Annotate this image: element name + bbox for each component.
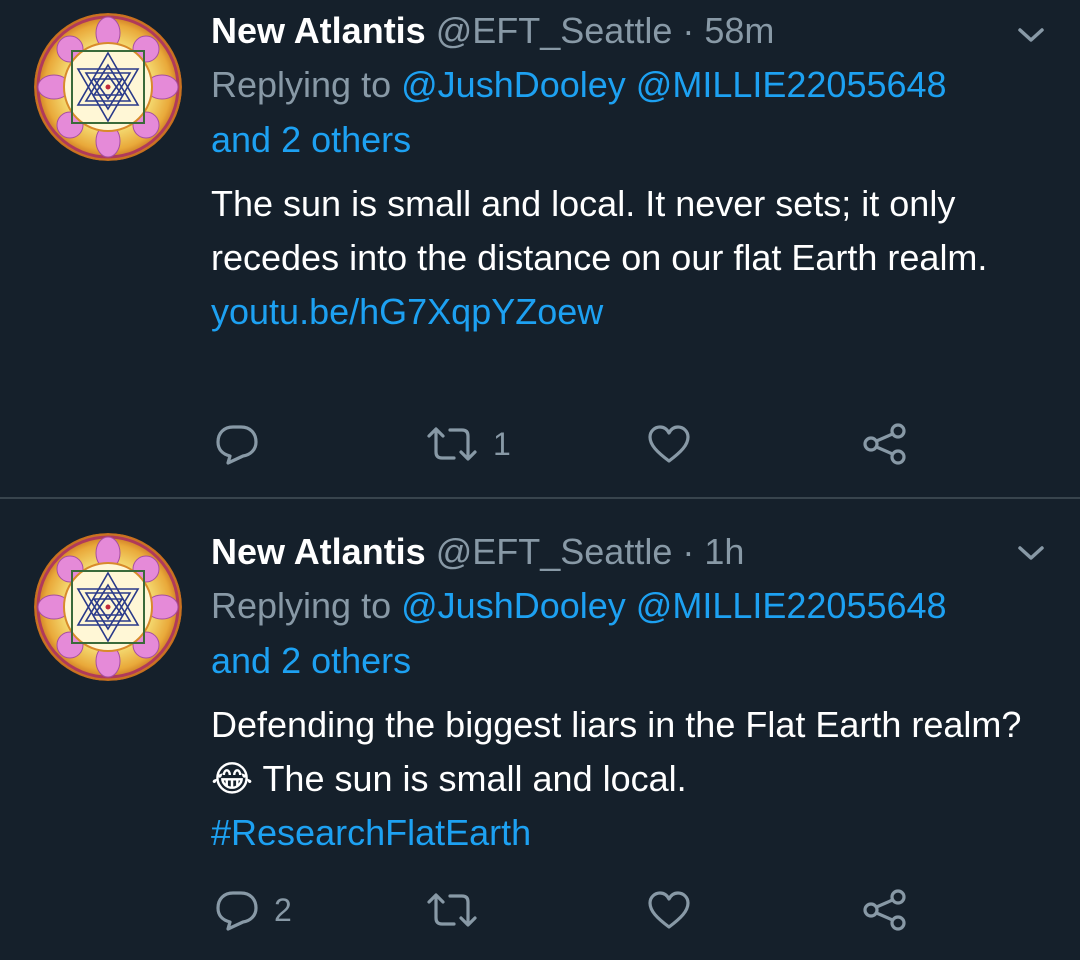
replying-to: Replying to @JushDooley @MILLIE22055648 … [211,57,1051,167]
heart-icon [648,425,690,463]
mention-link[interactable]: @MILLIE22055648 [636,585,947,626]
tweet-body: New Atlantis @EFT_Seattle · 1h Replying … [211,529,1051,860]
hashtag-link[interactable]: #ResearchFlatEarth [211,812,531,853]
retweet-button[interactable] [425,880,493,940]
mention-link[interactable]: @JushDooley [401,64,626,105]
url-link[interactable]: youtu.be/hG7XqpYZoew [211,291,603,332]
replying-to-label: Replying to [211,585,392,626]
action-bar: 1 [0,414,1080,474]
chevron-down-icon[interactable] [1016,543,1046,563]
display-name[interactable]: New Atlantis [211,10,426,51]
separator-dot: · [682,531,695,572]
share-icon [863,889,906,931]
display-name[interactable]: New Atlantis [211,531,426,572]
replying-to-label: Replying to [211,64,392,105]
others-link[interactable]: and 2 others [211,640,411,681]
user-handle[interactable]: @EFT_Seattle [436,531,673,572]
tweet-text: Defending the biggest liars in the Flat … [211,698,1051,860]
reply-button[interactable]: 2 [214,880,292,940]
reply-count: 2 [274,891,292,928]
reply-icon [216,891,258,931]
timestamp[interactable]: 1h [704,531,744,572]
like-button[interactable] [647,414,705,474]
tweet-header: New Atlantis @EFT_Seattle · 58m [211,8,1051,54]
tweet-header: New Atlantis @EFT_Seattle · 1h [211,529,1051,575]
avatar[interactable] [34,533,182,681]
retweet-count: 1 [493,425,511,462]
reply-button[interactable] [214,414,274,474]
mention-link[interactable]: @MILLIE22055648 [636,64,947,105]
tweet-body: New Atlantis @EFT_Seattle · 58m Replying… [211,8,1051,339]
reply-icon [216,425,258,465]
retweet-icon [427,427,477,461]
share-button[interactable] [862,414,908,474]
heart-icon [648,891,690,929]
tweet-text-content: Defending the biggest liars in the Flat … [211,704,1022,745]
tweet[interactable]: New Atlantis @EFT_Seattle · 58m Replying… [0,0,1080,499]
replying-to: Replying to @JushDooley @MILLIE22055648 … [211,578,1051,688]
avatar[interactable] [34,13,182,161]
tweet-text-content: The sun is small and local. [262,758,687,799]
sri-yantra-avatar-icon [34,13,182,161]
retweet-button[interactable]: 1 [425,414,511,474]
others-link[interactable]: and 2 others [211,119,411,160]
user-handle[interactable]: @EFT_Seattle [436,10,673,51]
share-icon [863,423,906,465]
tweet-text-content: The sun is small and local. It never set… [211,183,988,278]
sri-yantra-avatar-icon [34,533,182,681]
retweet-icon [427,893,477,927]
mention-link[interactable]: @JushDooley [401,585,626,626]
timestamp[interactable]: 58m [704,10,774,51]
tweet[interactable]: New Atlantis @EFT_Seattle · 1h Replying … [0,499,1080,960]
separator-dot: · [682,10,695,51]
share-button[interactable] [862,880,908,940]
like-button[interactable] [647,880,705,940]
laughing-emoji: 😂 [211,758,254,799]
tweet-text: The sun is small and local. It never set… [211,177,1051,339]
action-bar: 2 [0,880,1080,940]
